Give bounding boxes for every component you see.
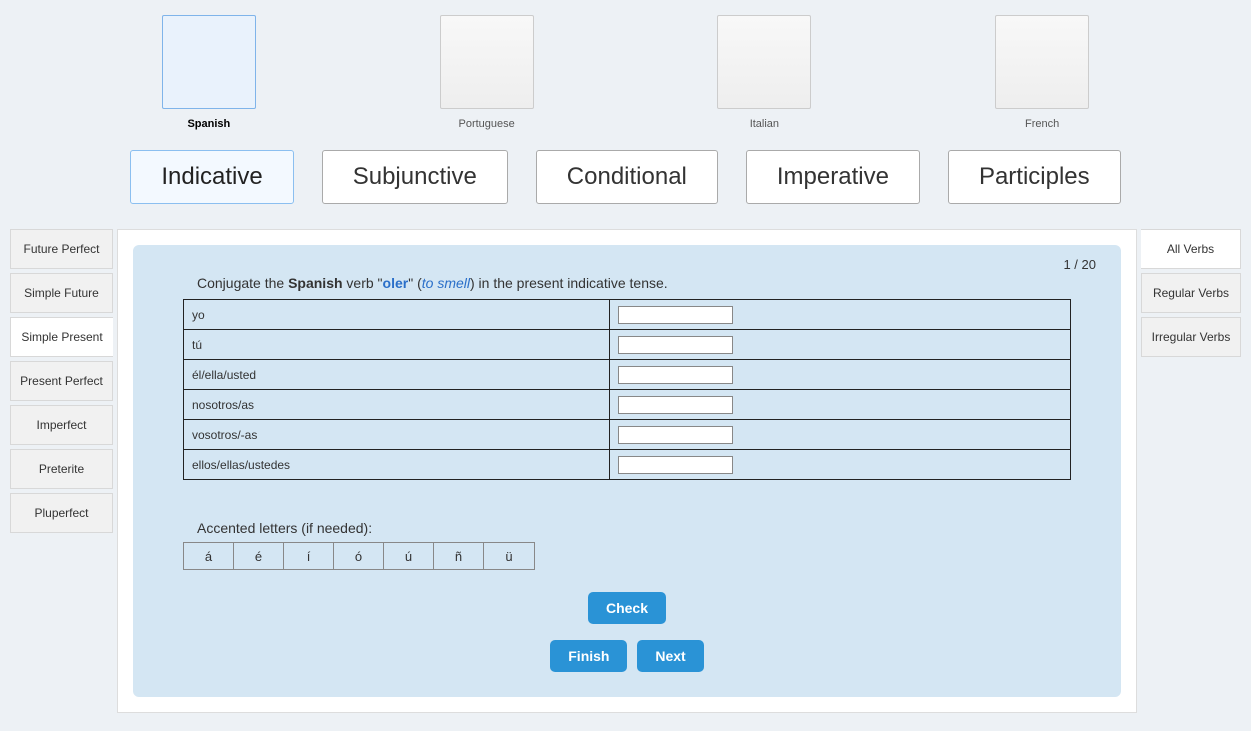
pronoun-cell: vosotros/-as (184, 420, 610, 450)
tense-tab-future-perfect[interactable]: Future Perfect (10, 229, 113, 269)
progress-counter: 1 / 20 (1063, 257, 1096, 272)
prompt-verb: oler (383, 275, 409, 291)
prompt-language: Spanish (288, 275, 342, 291)
language-portuguese[interactable]: Portuguese (440, 15, 534, 130)
accent-label: Accented letters (if needed): (197, 520, 1071, 536)
mood-tab-indicative[interactable]: Indicative (130, 150, 293, 204)
tense-tab-simple-future[interactable]: Simple Future (10, 273, 113, 313)
exercise-card: 1 / 20 Conjugate the Spanish verb "oler"… (133, 245, 1121, 697)
verb-filter-irregular-verbs[interactable]: Irregular Verbs (1141, 317, 1241, 357)
answer-cell (609, 420, 1070, 450)
table-row: ellos/ellas/ustedes (184, 450, 1071, 480)
language-label: Spanish (162, 118, 256, 130)
verb-filter-regular-verbs[interactable]: Regular Verbs (1141, 273, 1241, 313)
accent-ü[interactable]: ü (484, 543, 534, 569)
answer-cell (609, 330, 1070, 360)
table-row: nosotros/as (184, 390, 1071, 420)
conjugation-input[interactable] (618, 426, 733, 444)
language-label: French (995, 118, 1089, 130)
mood-tab-conditional[interactable]: Conditional (536, 150, 718, 204)
accent-í[interactable]: í (284, 543, 334, 569)
tense-tab-imperfect[interactable]: Imperfect (10, 405, 113, 445)
language-flag-row: Spanish Portuguese Italian French (0, 0, 1251, 140)
tense-tab-simple-present[interactable]: Simple Present (10, 317, 113, 357)
language-label: Italian (717, 118, 811, 130)
answer-cell (609, 300, 1070, 330)
mood-tab-imperative[interactable]: Imperative (746, 150, 920, 204)
tense-tab-preterite[interactable]: Preterite (10, 449, 113, 489)
verb-filter-all-verbs[interactable]: All Verbs (1141, 229, 1241, 269)
pronoun-cell: nosotros/as (184, 390, 610, 420)
tense-sidebar: Future PerfectSimple FutureSimple Presen… (10, 229, 113, 713)
language-italian[interactable]: Italian (717, 15, 811, 130)
mood-tab-participles[interactable]: Participles (948, 150, 1121, 204)
mood-tab-subjunctive[interactable]: Subjunctive (322, 150, 508, 204)
prompt-text: " ( (408, 275, 422, 291)
language-label: Portuguese (440, 118, 534, 130)
tense-tab-present-perfect[interactable]: Present Perfect (10, 361, 113, 401)
conjugation-table: yotúél/ella/ustednosotros/asvosotros/-as… (183, 299, 1071, 480)
prompt-translation: to smell (422, 275, 470, 291)
mood-tabs: Indicative Subjunctive Conditional Imperati… (0, 140, 1251, 229)
accent-á[interactable]: á (184, 543, 234, 569)
language-spanish[interactable]: Spanish (162, 15, 256, 130)
prompt-lead: Conjugate the (197, 275, 288, 291)
table-row: él/ella/usted (184, 360, 1071, 390)
answer-cell (609, 390, 1070, 420)
accent-é[interactable]: é (234, 543, 284, 569)
accent-ó[interactable]: ó (334, 543, 384, 569)
verb-filter-sidebar: All VerbsRegular VerbsIrregular Verbs (1141, 229, 1241, 713)
check-button[interactable]: Check (588, 592, 666, 624)
accent-ñ[interactable]: ñ (434, 543, 484, 569)
conjugation-input[interactable] (618, 366, 733, 384)
prompt-text: verb " (343, 275, 383, 291)
table-row: tú (184, 330, 1071, 360)
conjugation-input[interactable] (618, 456, 733, 474)
tense-tab-pluperfect[interactable]: Pluperfect (10, 493, 113, 533)
answer-cell (609, 360, 1070, 390)
table-row: vosotros/-as (184, 420, 1071, 450)
language-french[interactable]: French (995, 15, 1089, 130)
accent-ú[interactable]: ú (384, 543, 434, 569)
exercise-prompt: Conjugate the Spanish verb "oler" (to sm… (197, 275, 1071, 291)
next-button[interactable]: Next (637, 640, 703, 672)
prompt-text: ) in the present indicative tense. (470, 275, 668, 291)
accent-button-row: áéíóúñü (183, 542, 535, 570)
pronoun-cell: ellos/ellas/ustedes (184, 450, 610, 480)
pronoun-cell: él/ella/usted (184, 360, 610, 390)
conjugation-input[interactable] (618, 396, 733, 414)
pronoun-cell: tú (184, 330, 610, 360)
conjugation-input[interactable] (618, 306, 733, 324)
exercise-panel: 1 / 20 Conjugate the Spanish verb "oler"… (117, 229, 1137, 713)
finish-button[interactable]: Finish (550, 640, 627, 672)
conjugation-input[interactable] (618, 336, 733, 354)
answer-cell (609, 450, 1070, 480)
table-row: yo (184, 300, 1071, 330)
pronoun-cell: yo (184, 300, 610, 330)
